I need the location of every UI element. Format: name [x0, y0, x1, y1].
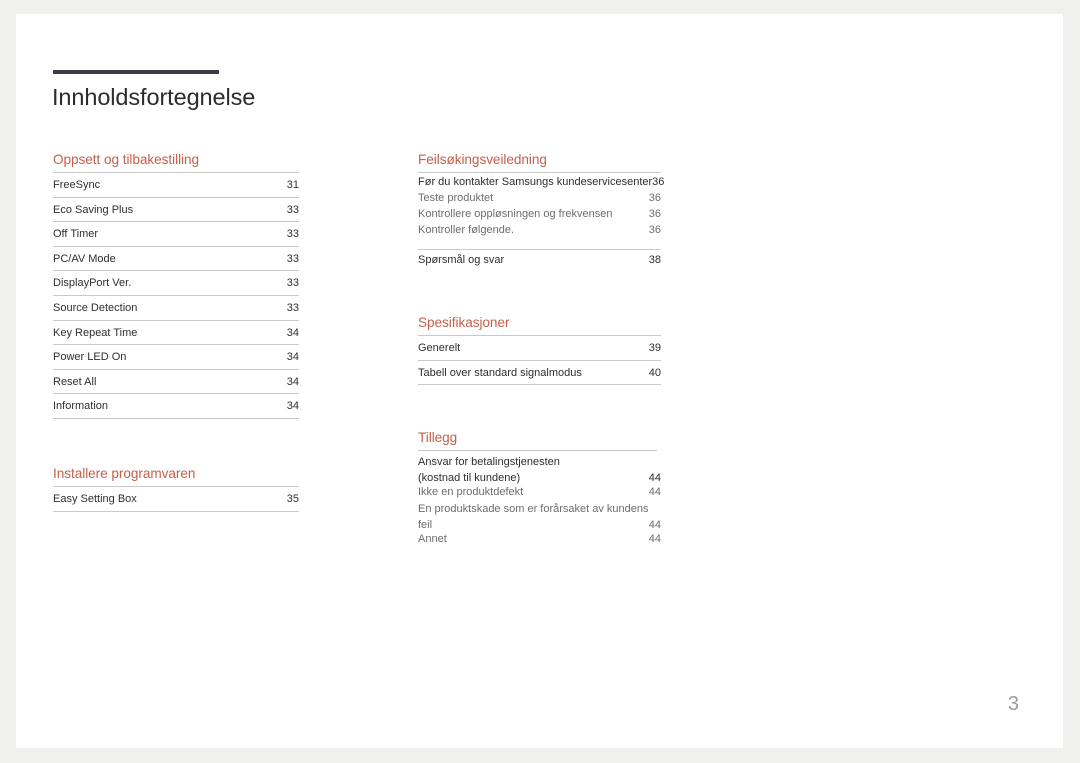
- toc-entry[interactable]: Power LED On 34: [53, 345, 299, 370]
- toc-entry-label: Easy Setting Box: [53, 493, 137, 505]
- toc-entry-page: 33: [286, 228, 299, 241]
- toc-entry[interactable]: Annet 44: [418, 533, 661, 549]
- toc-entry-label-line1: Ansvar for betalingstjenesten: [418, 456, 560, 468]
- toc-entry-page: 44: [648, 471, 661, 484]
- section-heading: Tillegg: [418, 430, 458, 445]
- toc-entry-page: 40: [648, 366, 661, 379]
- toc-entry[interactable]: PC/AV Mode 33: [53, 247, 299, 272]
- section-installere-programvaren: Installere programvaren Easy Setting Box…: [53, 466, 299, 512]
- toc-entry[interactable]: Easy Setting Box 35: [53, 487, 299, 512]
- toc-entry-label: Off Timer: [53, 228, 99, 241]
- toc-entry-page: 36: [652, 176, 665, 188]
- toc-entry-page: 33: [286, 252, 299, 265]
- toc-entry[interactable]: Source Detection 33: [53, 296, 299, 321]
- toc-entry-page: 34: [286, 375, 299, 388]
- toc-entry-page: 38: [648, 253, 661, 266]
- toc-entry-page: 36: [648, 192, 661, 204]
- toc-entry-label: DisplayPort Ver.: [53, 277, 132, 290]
- toc-entry-page: 33: [286, 203, 299, 216]
- toc-entry-page: 34: [286, 351, 299, 364]
- toc-entry-label-line1: En produktskade som er forårsaket av kun…: [418, 503, 649, 516]
- toc-entry-page: 34: [286, 400, 299, 413]
- toc-entry[interactable]: Ikke en produktdefekt 44: [418, 486, 661, 502]
- toc-entry[interactable]: DisplayPort Ver. 33: [53, 271, 299, 296]
- toc-entry-label: Kontroller følgende.: [418, 224, 514, 237]
- toc-entry[interactable]: Off Timer 33: [53, 222, 299, 247]
- toc-entry-page: 36: [648, 208, 661, 221]
- toc-entry-label: Tabell over standard signalmodus: [418, 366, 582, 379]
- toc-entry-page: 31: [286, 179, 299, 191]
- toc-entry-label: Kontrollere oppløsningen og frekvensen: [418, 208, 613, 221]
- toc-entry-page: 33: [286, 277, 299, 290]
- toc-entry-label: Før du kontakter Samsungs kundeservicese…: [418, 176, 653, 188]
- section-tillegg: Tillegg Ansvar for betalingstjenesten (k…: [418, 430, 661, 549]
- toc-entry-page: 44: [648, 486, 661, 498]
- toc-entry[interactable]: FreeSync 31: [53, 173, 299, 198]
- section-heading: Installere programvaren: [53, 466, 196, 481]
- toc-entry[interactable]: Reset All 34: [53, 370, 299, 395]
- toc-entry-label: Spørsmål og svar: [418, 253, 505, 266]
- toc-entry[interactable]: Eco Saving Plus 33: [53, 198, 299, 223]
- toc-entry-label: Teste produktet: [418, 192, 494, 204]
- toc-entry-page: 44: [648, 518, 661, 531]
- toc-entry[interactable]: Før du kontakter Samsungs kundeservicese…: [418, 173, 665, 192]
- toc-entry[interactable]: Ansvar for betalingstjenesten (kostnad t…: [418, 451, 661, 486]
- toc-entry-label: Reset All: [53, 375, 97, 388]
- page-number: 3: [1007, 693, 1019, 715]
- toc-entry[interactable]: Tabell over standard signalmodus 40: [418, 361, 661, 386]
- toc-entry-label: Information: [53, 400, 109, 413]
- toc-entry[interactable]: Teste produktet 36: [418, 192, 661, 208]
- document-page: Innholdsfortegnelse Oppsett og tilbakest…: [16, 14, 1063, 748]
- toc-entry[interactable]: Kontroller følgende. 36: [418, 224, 661, 240]
- title-rule: [53, 70, 219, 74]
- toc-entry-label: Generelt: [418, 342, 461, 354]
- toc-entry[interactable]: Key Repeat Time 34: [53, 321, 299, 346]
- toc-entry-label: PC/AV Mode: [53, 252, 116, 265]
- toc-entry-label: Source Detection: [53, 301, 138, 314]
- toc-entry-page: 34: [286, 326, 299, 339]
- toc-entry-label: Key Repeat Time: [53, 326, 138, 339]
- section-heading: Feilsøkingsveiledning: [418, 152, 547, 167]
- toc-entry-page: 39: [648, 342, 661, 354]
- toc-entry-page: 44: [648, 533, 661, 546]
- section-spesifikasjoner: Spesifikasjoner Generelt 39 Tabell over …: [418, 315, 661, 386]
- toc-entry-label: Annet: [418, 533, 447, 546]
- toc-entry-page: 35: [286, 493, 299, 505]
- section-feilsokingsveiledning: Feilsøkingsveiledning Før du kontakter S…: [418, 152, 665, 270]
- toc-entry[interactable]: En produktskade som er forårsaket av kun…: [418, 502, 661, 533]
- toc-entry-label: Eco Saving Plus: [53, 203, 134, 216]
- toc-entry-label: Ikke en produktdefekt: [418, 486, 524, 498]
- toc-entry-label-line2: feil: [418, 518, 433, 531]
- toc-entry-page: 36: [648, 224, 661, 237]
- toc-entry-page: 33: [286, 301, 299, 314]
- toc-entry-label-line2: (kostnad til kundene): [418, 471, 521, 484]
- toc-entry-label: Power LED On: [53, 351, 127, 364]
- section-heading: Oppsett og tilbakestilling: [53, 152, 200, 167]
- page-title: Innholdsfortegnelse: [52, 84, 256, 110]
- toc-entry[interactable]: Generelt 39: [418, 336, 661, 361]
- toc-entry[interactable]: Information 34: [53, 394, 299, 419]
- section-heading: Spesifikasjoner: [418, 315, 510, 330]
- toc-entry-label: FreeSync: [53, 179, 101, 191]
- toc-entry[interactable]: Spørsmål og svar 38: [418, 248, 661, 270]
- section-oppsett-og-tilbakestilling: Oppsett og tilbakestilling FreeSync 31 E…: [53, 152, 299, 419]
- toc-entry[interactable]: Kontrollere oppløsningen og frekvensen 3…: [418, 208, 661, 224]
